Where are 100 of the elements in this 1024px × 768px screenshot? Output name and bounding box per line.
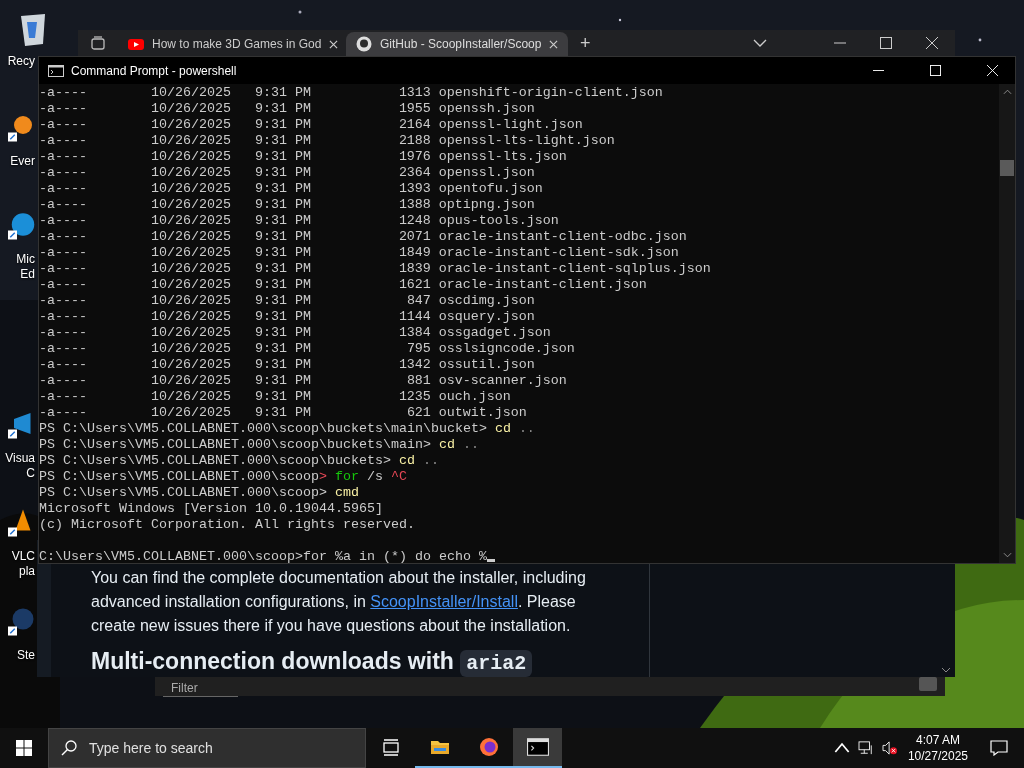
file-date: 10/26/2025: [150, 229, 232, 245]
file-size: 1313: [398, 85, 431, 100]
file-time: 9:31 PM: [254, 357, 312, 373]
file-mode: -a----: [39, 213, 88, 229]
file-date: 10/26/2025: [150, 133, 232, 149]
file-mode: -a----: [39, 341, 88, 357]
file-time: 9:31 PM: [254, 85, 312, 101]
file-date: 10/26/2025: [150, 117, 232, 133]
file-name: ossutil.json: [438, 357, 535, 372]
file-mode: -a----: [39, 405, 88, 421]
prompt-marker: >: [422, 437, 431, 452]
desktop-icon-label[interactable]: Mic Ed: [16, 252, 35, 282]
new-tab-button[interactable]: +: [580, 33, 591, 53]
file-size: 2071: [398, 229, 431, 244]
file-name: openssh.json: [438, 101, 535, 116]
file-date: 10/26/2025: [150, 357, 232, 373]
desktop-icon-label[interactable]: Ste: [17, 648, 35, 663]
browser-tab[interactable]: GitHub - ScoopInstaller/Scoop: [346, 32, 568, 56]
command-token: cd: [398, 453, 415, 468]
prompt: PS C:\Users\VM5.COLLABNET.000\scoop: [39, 485, 319, 500]
command-token: /s: [366, 469, 383, 484]
prompt: PS C:\Users\VM5.COLLABNET.000\scoop\buckets: [39, 453, 383, 468]
file-mode: -a----: [39, 261, 88, 277]
file-name: openssl-light.json: [438, 117, 583, 132]
file-time: 9:31 PM: [254, 373, 312, 389]
file-date: 10/26/2025: [150, 213, 232, 229]
file-size: 2364: [398, 165, 431, 180]
file-size: 1839: [398, 261, 431, 276]
desktop-icon-label[interactable]: VLC pla: [11, 549, 35, 579]
file-date: 10/26/2025: [150, 85, 232, 101]
file-date: 10/26/2025: [150, 341, 232, 357]
clock-time[interactable]: 4:07 AM: [915, 732, 960, 748]
file-size: 1144: [398, 309, 431, 324]
file-name: oracle-instant-client-odbc.json: [438, 229, 687, 244]
window-title: Command Prompt - powershell: [71, 63, 237, 78]
file-mode: -a----: [39, 245, 88, 261]
file-time: 9:31 PM: [254, 117, 312, 133]
file-mode: -a----: [39, 181, 88, 197]
prompt-marker: >: [478, 421, 487, 436]
browser-tab[interactable]: How to make 3D Games in God: [118, 32, 340, 56]
file-mode: -a----: [39, 277, 88, 293]
file-size: 1621: [398, 277, 431, 292]
output-line: (c) Microsoft Corporation. All rights reserved.: [39, 517, 415, 532]
desktop-icon-label[interactable]: Ever: [10, 154, 35, 169]
file-time: 9:31 PM: [254, 405, 312, 421]
file-name: outwit.json: [438, 405, 527, 420]
file-name: ouch.json: [438, 389, 511, 404]
file-date: 10/26/2025: [150, 149, 232, 165]
file-mode: -a----: [39, 373, 88, 389]
file-mode: -a----: [39, 117, 88, 133]
clock-date[interactable]: 10/27/2025: [907, 748, 968, 764]
file-name: oracle-instant-client-sdk.json: [438, 245, 679, 260]
file-mode: -a----: [39, 293, 88, 309]
file-mode: -a----: [39, 229, 88, 245]
link[interactable]: ScoopInstaller/Install: [370, 593, 518, 610]
file-date: 10/26/2025: [150, 181, 232, 197]
file-size: 1955: [398, 101, 431, 116]
file-name: oracle-instant-client-sqlplus.json: [438, 261, 711, 276]
file-mode: -a----: [39, 101, 88, 117]
file-date: 10/26/2025: [150, 101, 232, 117]
search-field[interactable]: Type here to search: [48, 728, 366, 768]
command-token: ^C: [390, 469, 407, 484]
file-time: 9:31 PM: [254, 165, 312, 181]
prompt-marker: >: [318, 485, 327, 500]
file-mode: -a----: [39, 325, 88, 341]
file-time: 9:31 PM: [254, 197, 312, 213]
file-date: 10/26/2025: [150, 389, 232, 405]
file-time: 9:31 PM: [254, 341, 312, 357]
file-size: 847: [406, 293, 431, 308]
file-mode: -a----: [39, 309, 88, 325]
file-size: 1393: [398, 181, 431, 196]
file-date: 10/26/2025: [150, 405, 232, 421]
prompt: PS C:\Users\VM5.COLLABNET.000\scoop\buckets\main\bucket: [39, 421, 479, 436]
file-time: 9:31 PM: [254, 277, 312, 293]
desktop-icon-label[interactable]: Recy: [7, 54, 35, 69]
command-input[interactable]: C:\Users\VM5.COLLABNET.000\scoop>for %a in (*) do echo %: [39, 549, 487, 564]
command-token: cd: [438, 437, 455, 452]
file-name: opentofu.json: [438, 181, 543, 196]
file-size: 881: [406, 373, 431, 388]
file-time: 9:31 PM: [254, 261, 312, 277]
file-mode: -a----: [39, 357, 88, 373]
command-token: cmd: [334, 485, 359, 500]
file-mode: -a----: [39, 197, 88, 213]
prompt: PS C:\Users\VM5.COLLABNET.000\scoop\buckets\main: [39, 437, 423, 452]
desktop-icon-label[interactable]: Visua C: [5, 451, 35, 481]
file-time: 9:31 PM: [254, 309, 312, 325]
command-token: for: [334, 469, 359, 484]
file-time: 9:31 PM: [254, 181, 312, 197]
file-time: 9:31 PM: [254, 389, 312, 405]
file-time: 9:31 PM: [254, 245, 312, 261]
file-date: 10/26/2025: [150, 309, 232, 325]
file-size: 1849: [398, 245, 431, 260]
file-name: oracle-instant-client.json: [438, 277, 647, 292]
file-time: 9:31 PM: [254, 293, 312, 309]
file-name: openssl-lts.json: [438, 149, 567, 164]
file-time: 9:31 PM: [254, 101, 312, 117]
file-date: 10/26/2025: [150, 245, 232, 261]
heading: Multi-connection downloads with: [91, 648, 454, 674]
file-size: 1235: [398, 389, 431, 404]
paragraph: You can find the complete documentation about the installer, including advanced installation configurations, in ScoopInstaller/Install. Please create new issues there if you have questions about the installation.: [91, 568, 587, 636]
